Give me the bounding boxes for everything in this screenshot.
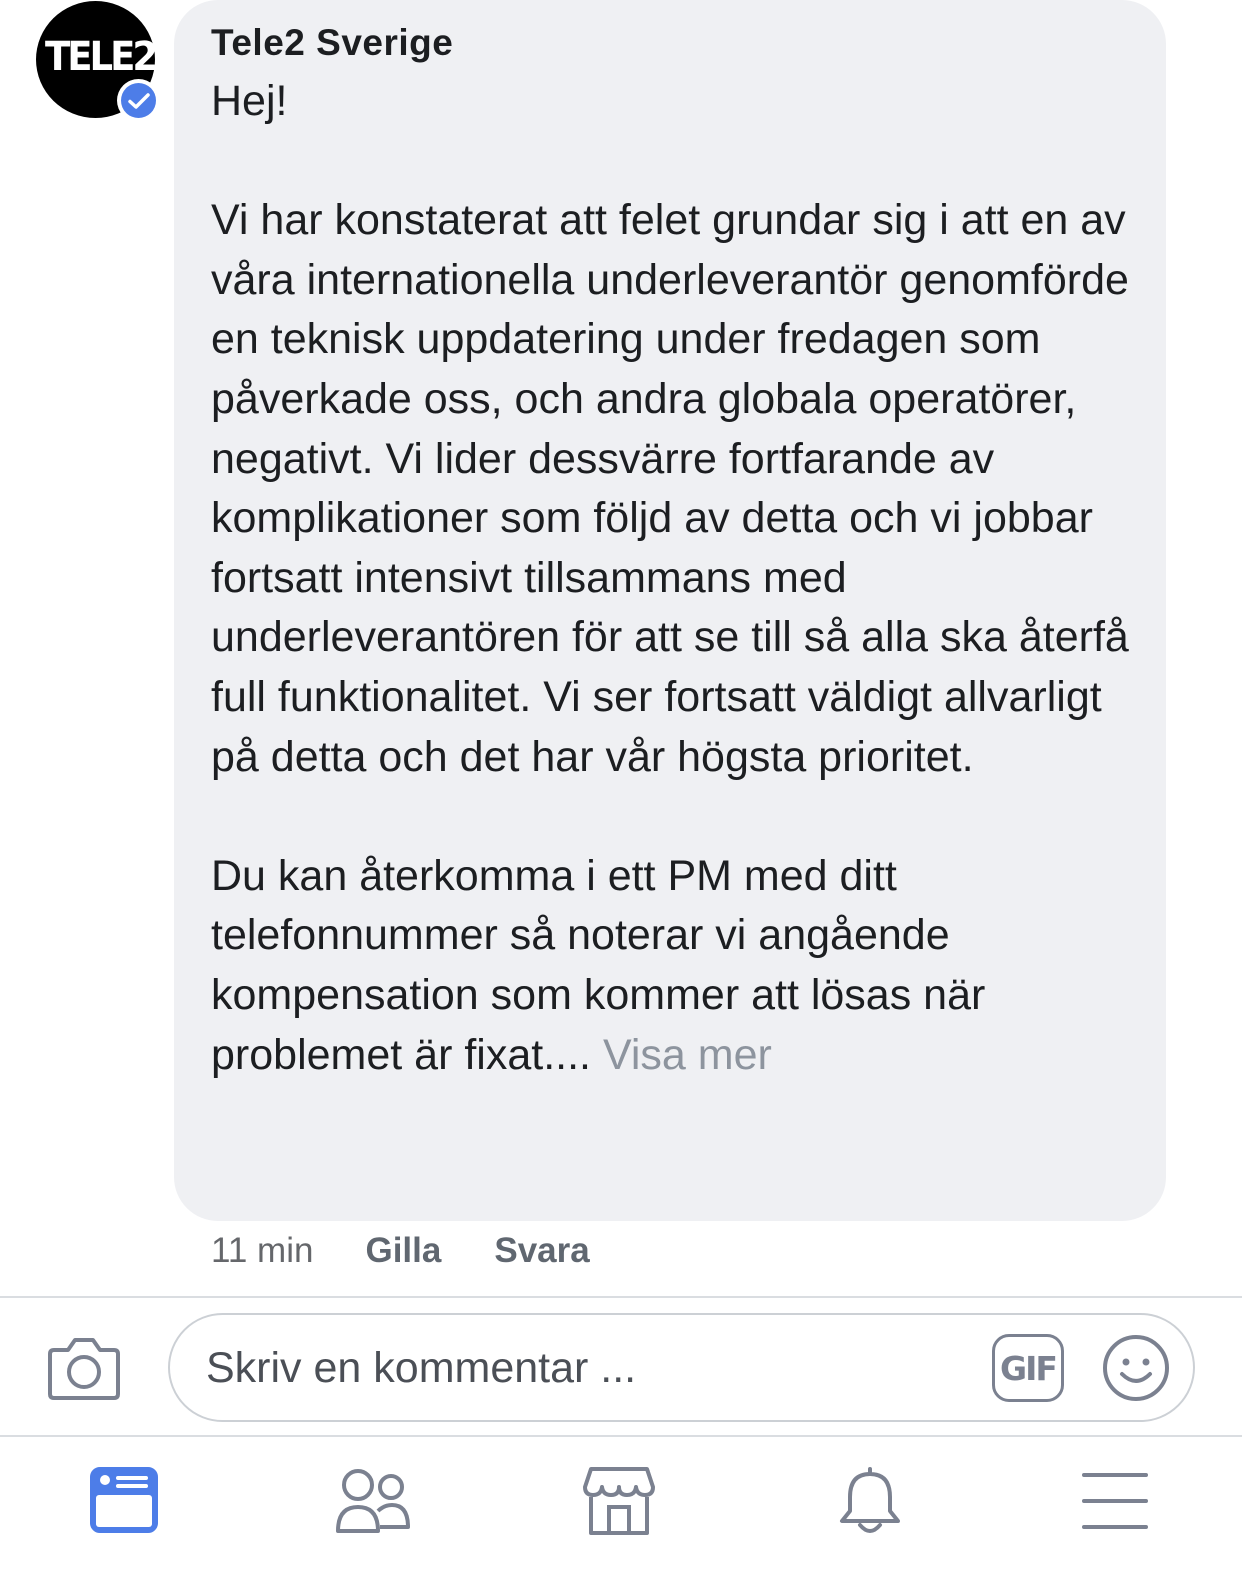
comment-actions: 11 min Gilla Svara <box>211 1228 643 1274</box>
comment-paragraph-last: Du kan återkomma i ett PM med ditt telef… <box>211 847 1146 1085</box>
comment-paragraph: Vi har konstaterat att felet grundar sig… <box>211 196 1129 781</box>
like-button[interactable]: Gilla <box>365 1231 441 1271</box>
comment-timestamp[interactable]: 11 min <box>211 1231 313 1271</box>
friends-icon[interactable] <box>334 1465 414 1537</box>
verified-check-icon <box>117 79 160 122</box>
gif-button[interactable]: GIF <box>992 1334 1064 1402</box>
comment-author-name[interactable]: Tele2 Sverige <box>211 22 453 64</box>
see-more-link[interactable]: Visa mer <box>603 1031 772 1079</box>
comment-body: Hej! Vi har konstaterat att felet grunda… <box>211 72 1146 1085</box>
camera-icon[interactable] <box>46 1334 122 1402</box>
news-feed-icon[interactable] <box>88 1465 168 1537</box>
comment-paragraph-text: Du kan återkomma i ett PM med ditt telef… <box>211 851 986 1079</box>
comment-paragraph: Hej! <box>211 77 288 125</box>
hamburger-menu-icon[interactable] <box>1080 1465 1160 1537</box>
smiley-icon[interactable] <box>1102 1334 1170 1402</box>
reply-button[interactable]: Svara <box>494 1231 589 1271</box>
bottom-tab-bar <box>0 1437 1242 1570</box>
marketplace-icon[interactable] <box>581 1465 661 1537</box>
comment-composer: GIF <box>168 1313 1195 1422</box>
divider <box>0 1296 1242 1298</box>
bell-icon[interactable] <box>834 1465 914 1537</box>
tele2-logo: TELE2 <box>45 33 158 80</box>
comment-input[interactable] <box>204 1335 984 1401</box>
comment-thread-screen: TELE2 Tele2 Sverige Hej! Vi har konstate… <box>0 0 1242 1570</box>
